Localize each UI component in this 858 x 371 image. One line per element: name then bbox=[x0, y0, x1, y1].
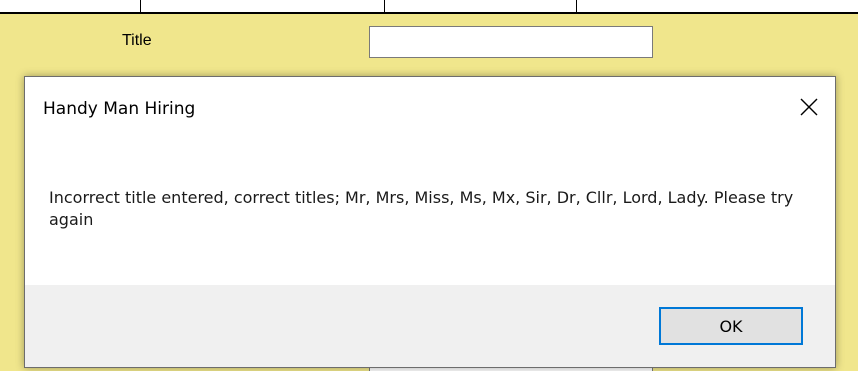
grid-divider bbox=[576, 0, 577, 14]
ok-button[interactable]: OK bbox=[659, 307, 803, 345]
app-window: Title Handy Man Hiring Incorrect title e… bbox=[0, 0, 858, 371]
dialog-message: Incorrect title entered, correct titles;… bbox=[49, 188, 794, 229]
message-dialog: Handy Man Hiring Incorrect title entered… bbox=[24, 76, 836, 368]
title-input[interactable] bbox=[369, 26, 653, 58]
title-label: Title bbox=[122, 32, 152, 49]
dialog-footer: OK bbox=[25, 285, 835, 367]
grid-divider bbox=[140, 0, 141, 14]
grid-header-strip bbox=[0, 0, 858, 14]
grid-divider bbox=[384, 0, 385, 14]
close-icon bbox=[800, 98, 818, 116]
dialog-title: Handy Man Hiring bbox=[43, 99, 196, 119]
close-button[interactable] bbox=[787, 85, 831, 129]
